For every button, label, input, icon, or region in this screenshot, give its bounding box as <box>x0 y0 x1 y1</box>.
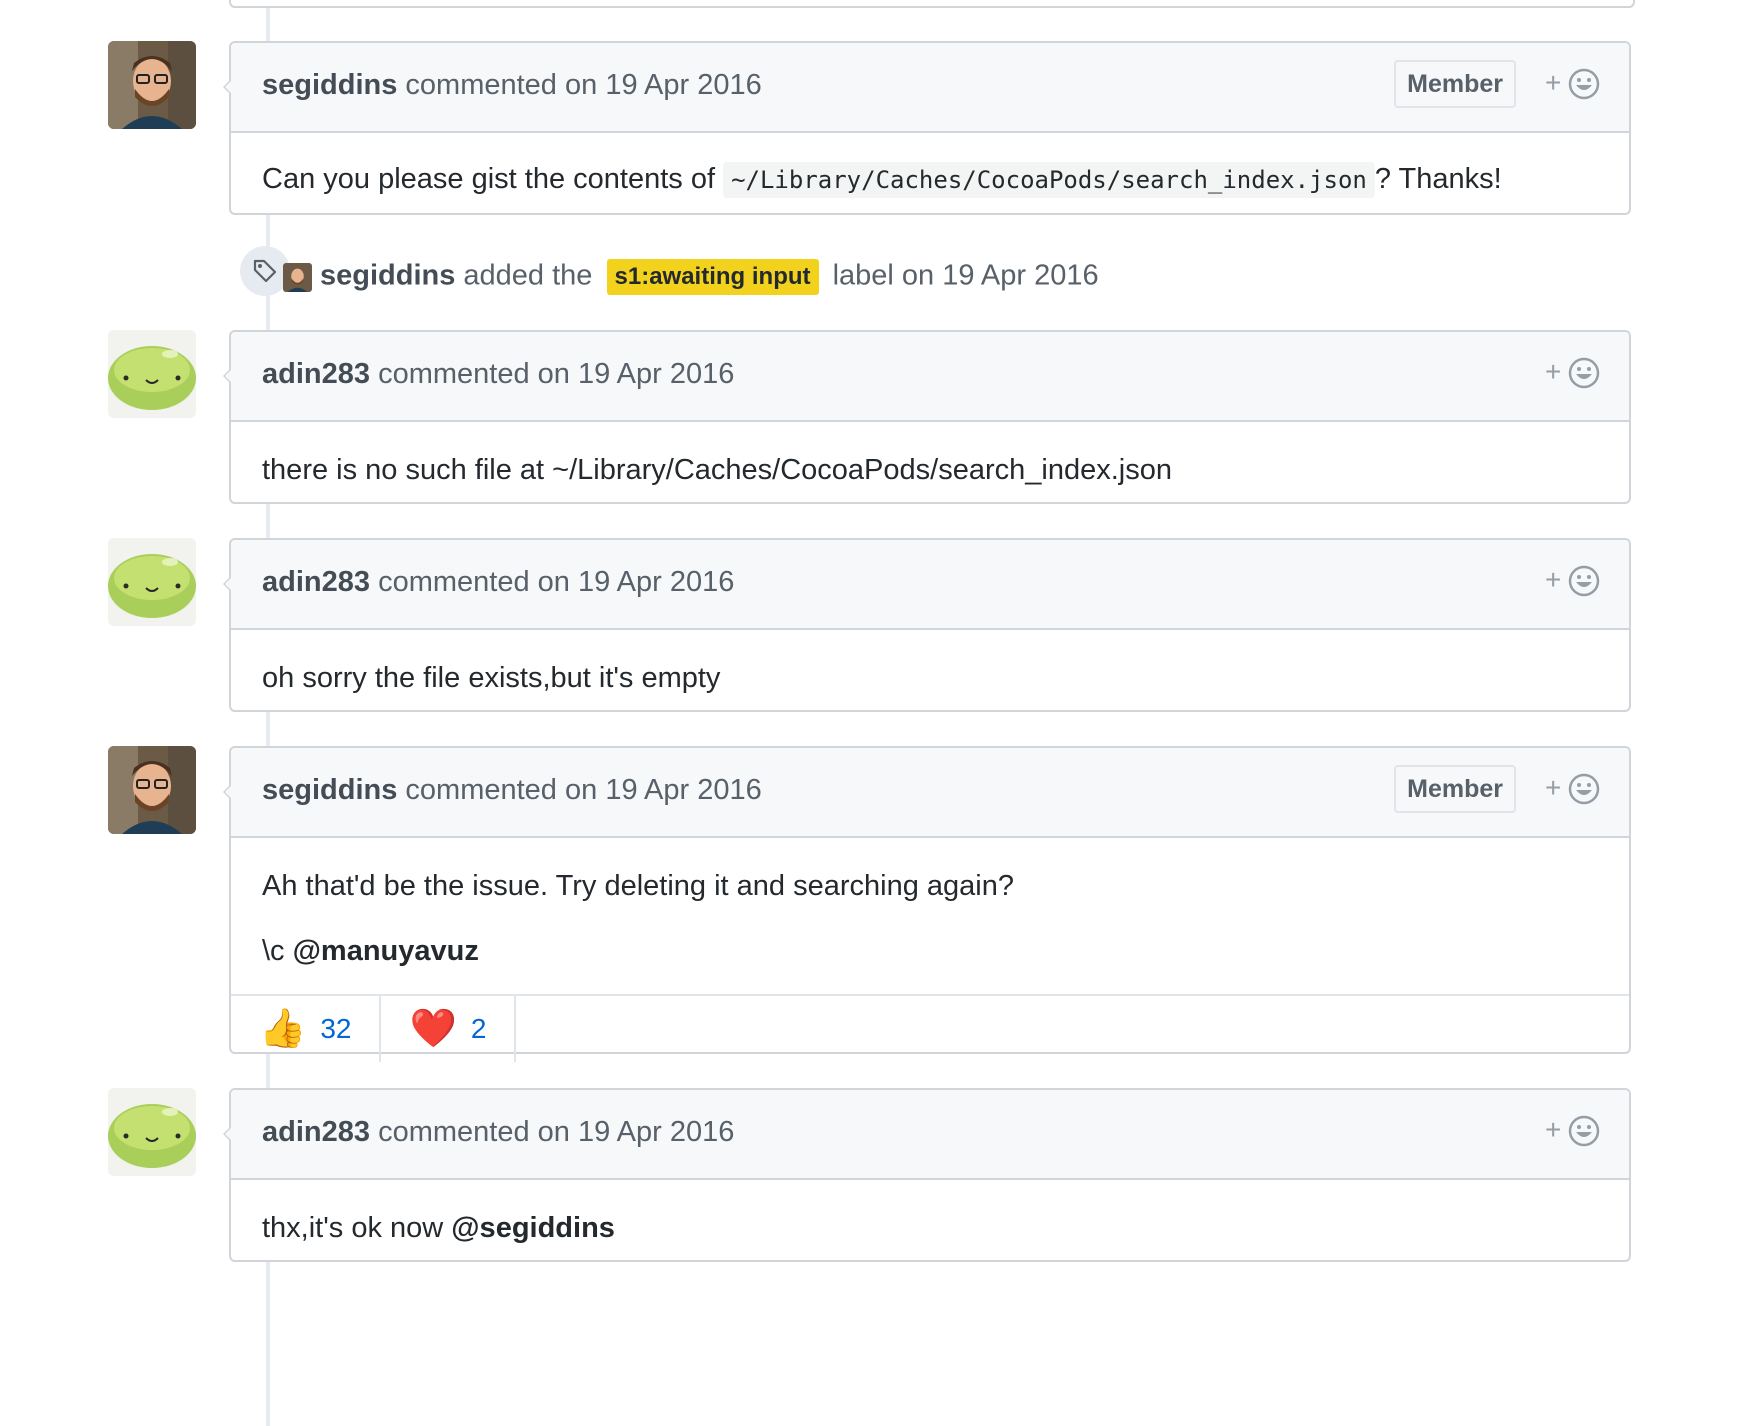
avatar-segiddins[interactable] <box>108 41 196 129</box>
comment-action: commented <box>378 566 530 598</box>
plus-icon: + <box>1545 356 1562 387</box>
comment-author[interactable]: adin283 <box>262 358 370 390</box>
smiley-icon <box>1568 357 1600 389</box>
comment-header: segiddins commented on 19 Apr 2016 Membe… <box>231 748 1629 838</box>
smiley-icon <box>1568 1115 1600 1147</box>
tag-icon <box>253 259 277 283</box>
plus-icon: + <box>1545 67 1562 98</box>
reaction-heart[interactable]: ❤️ 2 <box>381 996 517 1062</box>
plus-icon: + <box>1545 772 1562 803</box>
comment-author[interactable]: adin283 <box>262 1116 370 1148</box>
add-reaction-button[interactable]: + <box>1545 1114 1601 1150</box>
comment-header: adin283 commented on 19 Apr 2016 + <box>231 332 1629 422</box>
comment-date[interactable]: on 19 Apr 2016 <box>538 358 735 390</box>
comment-header: adin283 commented on 19 Apr 2016 + <box>231 1090 1629 1180</box>
inline-code: ~/Library/Caches/CocoaPods/search_index.… <box>723 162 1375 198</box>
avatar-segiddins[interactable] <box>108 746 196 834</box>
label-chip[interactable]: s1:awaiting input <box>606 259 819 295</box>
event-text-before: added the <box>463 259 593 292</box>
add-reaction-button[interactable]: + <box>1545 356 1601 392</box>
smiley-icon <box>1568 773 1600 805</box>
comment-action: commented <box>405 69 557 101</box>
comment-body: Can you please gist the contents of ~/Li… <box>231 133 1629 198</box>
comment-date[interactable]: on 19 Apr 2016 <box>538 566 735 598</box>
event-author[interactable]: segiddins <box>320 260 455 292</box>
comment-action: commented <box>378 358 530 390</box>
previous-comment-edge <box>229 0 1635 8</box>
comment-body: there is no such file at ~/Library/Cache… <box>231 422 1629 487</box>
comment-date[interactable]: on 19 Apr 2016 <box>565 69 762 101</box>
comment-body: Ah that'd be the issue. Try deleting it … <box>231 838 1629 967</box>
comment-text: there is no such file at ~/Library/Cache… <box>262 454 1172 486</box>
event-avatar-segiddins[interactable] <box>283 263 312 292</box>
comment-box: adin283 commented on 19 Apr 2016 + oh so… <box>223 538 1631 712</box>
member-badge: Member <box>1394 60 1516 108</box>
avatar-adin283[interactable] <box>108 538 196 626</box>
user-mention[interactable]: @segiddins <box>451 1212 615 1244</box>
comment-box: adin283 commented on 19 Apr 2016 + thx,i… <box>223 1088 1631 1262</box>
comment-body: thx,it's ok now @segiddins <box>231 1180 1629 1245</box>
thumbs-up-icon: 👍 <box>259 1008 307 1050</box>
comment-text: oh sorry the file exists,but it's empty <box>262 662 721 694</box>
comment-author[interactable]: adin283 <box>262 566 370 598</box>
comment-action: commented <box>405 774 557 806</box>
comment-text: thx,it's ok now <box>262 1212 452 1244</box>
comment-header: adin283 commented on 19 Apr 2016 + <box>231 540 1629 630</box>
event-text-after: label on 19 Apr 2016 <box>832 259 1099 292</box>
reaction-thumbs-up[interactable]: 👍 32 <box>231 996 382 1062</box>
comment-box: adin283 commented on 19 Apr 2016 + there… <box>223 330 1631 504</box>
add-reaction-button[interactable]: + <box>1545 67 1601 103</box>
comment-action: commented <box>378 1116 530 1148</box>
reaction-count: 2 <box>470 1013 487 1044</box>
smiley-icon <box>1568 68 1600 100</box>
comment-text: \c <box>262 935 293 967</box>
avatar-adin283[interactable] <box>108 1088 196 1176</box>
comment-header: segiddins commented on 19 Apr 2016 Membe… <box>231 43 1629 133</box>
comment-text: Can you please gist the contents of <box>262 163 724 195</box>
user-mention[interactable]: @manuyavuz <box>293 935 479 967</box>
add-reaction-button[interactable]: + <box>1545 772 1601 808</box>
plus-icon: + <box>1545 1114 1562 1145</box>
smiley-icon <box>1568 565 1600 597</box>
heart-icon: ❤️ <box>409 1008 457 1050</box>
comment-date[interactable]: on 19 Apr 2016 <box>538 1116 735 1148</box>
comment-date[interactable]: on 19 Apr 2016 <box>565 774 762 806</box>
comment-box: segiddins commented on 19 Apr 2016 Membe… <box>223 746 1631 1062</box>
comment-author[interactable]: segiddins <box>262 774 397 806</box>
add-reaction-button[interactable]: + <box>1545 564 1601 600</box>
avatar-adin283[interactable] <box>108 330 196 418</box>
comment-text: Ah that'd be the issue. Try deleting it … <box>262 870 1014 902</box>
comment-body: oh sorry the file exists,but it's empty <box>231 630 1629 695</box>
comment-box: segiddins commented on 19 Apr 2016 Membe… <box>223 41 1631 215</box>
comment-text: ? Thanks! <box>1374 163 1502 195</box>
comment-author[interactable]: segiddins <box>262 69 397 101</box>
member-badge: Member <box>1394 765 1516 813</box>
reactions-bar: 👍 32 ❤️ 2 <box>231 994 1629 1062</box>
plus-icon: + <box>1545 564 1562 595</box>
reaction-count: 32 <box>320 1013 352 1044</box>
